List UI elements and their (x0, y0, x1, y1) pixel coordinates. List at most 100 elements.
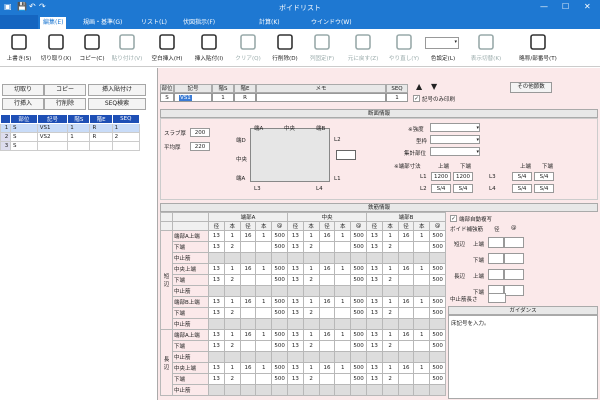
rebar-cell[interactable] (318, 307, 336, 319)
rebar-cell[interactable]: 2 (381, 373, 399, 385)
rebar-cell[interactable]: 13 (286, 296, 304, 308)
rebar-cell[interactable]: 1 (334, 296, 352, 308)
rebar-cell[interactable] (334, 307, 352, 319)
rebar-cell[interactable] (381, 351, 399, 363)
rebar-cell[interactable]: 1 (334, 329, 352, 341)
stop-length-field[interactable] (488, 293, 506, 303)
rebar-cell[interactable] (397, 285, 415, 297)
rebar-cell[interactable]: 500 (350, 230, 367, 242)
rebar-cell[interactable] (397, 252, 415, 264)
rebar-cell[interactable] (318, 373, 336, 385)
rebar-cell[interactable]: 500 (271, 241, 288, 253)
list-cell[interactable]: R (89, 123, 113, 133)
other-button[interactable]: その他節数 (510, 82, 552, 93)
l1-bottom[interactable]: 1200 (453, 172, 473, 181)
rebar-cell[interactable] (334, 373, 352, 385)
rebar-cell[interactable] (365, 351, 383, 363)
rebar-cell[interactable] (365, 384, 383, 396)
rebar-cell[interactable] (381, 252, 399, 264)
rebar-cell[interactable]: 1 (334, 263, 352, 275)
rebar-cell[interactable] (239, 285, 257, 297)
list-cell[interactable]: S (10, 141, 38, 151)
rebar-cell[interactable]: 16 (397, 362, 415, 374)
kaie-field[interactable]: R (234, 93, 256, 102)
short-bottom-dia[interactable] (488, 253, 504, 264)
left-button-0[interactable]: 切取り (2, 84, 44, 96)
rebar-cell[interactable]: 1 (381, 362, 399, 374)
close-icon[interactable]: ✕ (584, 2, 591, 11)
rebar-cell[interactable]: 16 (239, 362, 257, 374)
rebar-cell[interactable] (397, 274, 415, 286)
rebar-cell[interactable] (413, 340, 431, 352)
left-button-4[interactable]: 行削除 (44, 98, 86, 110)
rebar-cell[interactable] (429, 384, 446, 396)
long-bottom-pitch[interactable] (504, 285, 524, 296)
table-row[interactable]: 2 S VS2 1 R 2 (0, 132, 141, 142)
ribbon-button-5[interactable]: 挿入貼付(I) (190, 29, 228, 67)
rebar-cell[interactable] (318, 351, 336, 363)
rebar-cell[interactable]: 16 (397, 296, 415, 308)
rebar-cell[interactable]: 16 (318, 263, 336, 275)
rebar-cell[interactable] (413, 285, 431, 297)
ribbon-button-10[interactable]: やり直し(Y) (386, 29, 422, 67)
print-checkbox[interactable]: ✓ (413, 95, 420, 102)
rebar-cell[interactable]: 13 (208, 263, 225, 275)
rebar-cell[interactable] (334, 384, 352, 396)
maximize-icon[interactable]: ☐ (562, 2, 569, 11)
rebar-cell[interactable] (350, 318, 367, 330)
rebar-cell[interactable] (208, 351, 225, 363)
rebar-cell[interactable]: 500 (429, 241, 446, 253)
rebar-cell[interactable]: 16 (239, 263, 257, 275)
rebar-cell[interactable]: 13 (286, 230, 304, 242)
seq-up-icon[interactable]: ▲ (416, 82, 422, 91)
ribbon-button-9[interactable]: 元に戻す(Z) (344, 29, 382, 67)
rebar-cell[interactable]: 13 (286, 362, 304, 374)
rebar-cell[interactable]: 1 (255, 362, 273, 374)
rebar-cell[interactable] (302, 318, 320, 330)
long-top-pitch[interactable] (504, 269, 524, 280)
list-header-2[interactable]: 階S (67, 114, 91, 124)
rebar-cell[interactable]: 1 (255, 230, 273, 242)
rebar-cell[interactable] (318, 241, 336, 253)
list-cell[interactable] (89, 141, 113, 151)
rebar-cell[interactable]: 2 (381, 340, 399, 352)
rebar-cell[interactable]: 500 (350, 307, 367, 319)
rebar-cell[interactable] (350, 285, 367, 297)
rebar-cell[interactable]: 1 (381, 329, 399, 341)
rebar-cell[interactable]: 13 (365, 274, 383, 286)
list-cell[interactable]: 3 (0, 141, 11, 151)
aggregate-select[interactable]: ▾ (430, 147, 480, 156)
list-cell[interactable]: S (10, 123, 38, 133)
ribbon-button-0[interactable]: 上書き(S) (2, 29, 36, 67)
menu-tab-5[interactable]: ウインドウ(W) (308, 17, 355, 29)
rebar-cell[interactable]: 16 (318, 362, 336, 374)
rebar-cell[interactable]: 1 (223, 296, 241, 308)
rebar-cell[interactable]: 2 (223, 241, 241, 253)
rebar-cell[interactable] (223, 351, 241, 363)
rebar-cell[interactable]: 1 (255, 263, 273, 275)
rebar-cell[interactable]: 13 (365, 230, 383, 242)
rebar-cell[interactable]: 2 (381, 307, 399, 319)
menu-tab-1[interactable]: 規画・基準(G) (80, 17, 125, 29)
ribbon-button-7[interactable]: 行削除(D) (268, 29, 302, 67)
rebar-cell[interactable]: 1 (223, 263, 241, 275)
rebar-cell[interactable] (271, 351, 288, 363)
rebar-cell[interactable]: 13 (208, 340, 225, 352)
rebar-cell[interactable]: 500 (429, 373, 446, 385)
menu-tab-3[interactable]: 伏図指示(F) (180, 17, 218, 29)
rebar-cell[interactable]: 500 (271, 362, 288, 374)
rebar-cell[interactable]: 500 (271, 340, 288, 352)
rebar-cell[interactable]: 13 (208, 373, 225, 385)
rebar-cell[interactable]: 13 (208, 362, 225, 374)
rebar-cell[interactable] (255, 351, 273, 363)
rebar-cell[interactable]: 16 (318, 230, 336, 242)
rebar-cell[interactable] (286, 285, 304, 297)
rebar-cell[interactable] (350, 351, 367, 363)
rebar-cell[interactable] (429, 318, 446, 330)
rebar-cell[interactable] (286, 318, 304, 330)
ribbon-button-2[interactable]: コピー(C) (76, 29, 108, 67)
rebar-cell[interactable]: 2 (302, 373, 320, 385)
list-header-4[interactable]: SEQ (111, 114, 141, 124)
rebar-cell[interactable]: 13 (365, 362, 383, 374)
rebar-cell[interactable]: 500 (429, 329, 446, 341)
